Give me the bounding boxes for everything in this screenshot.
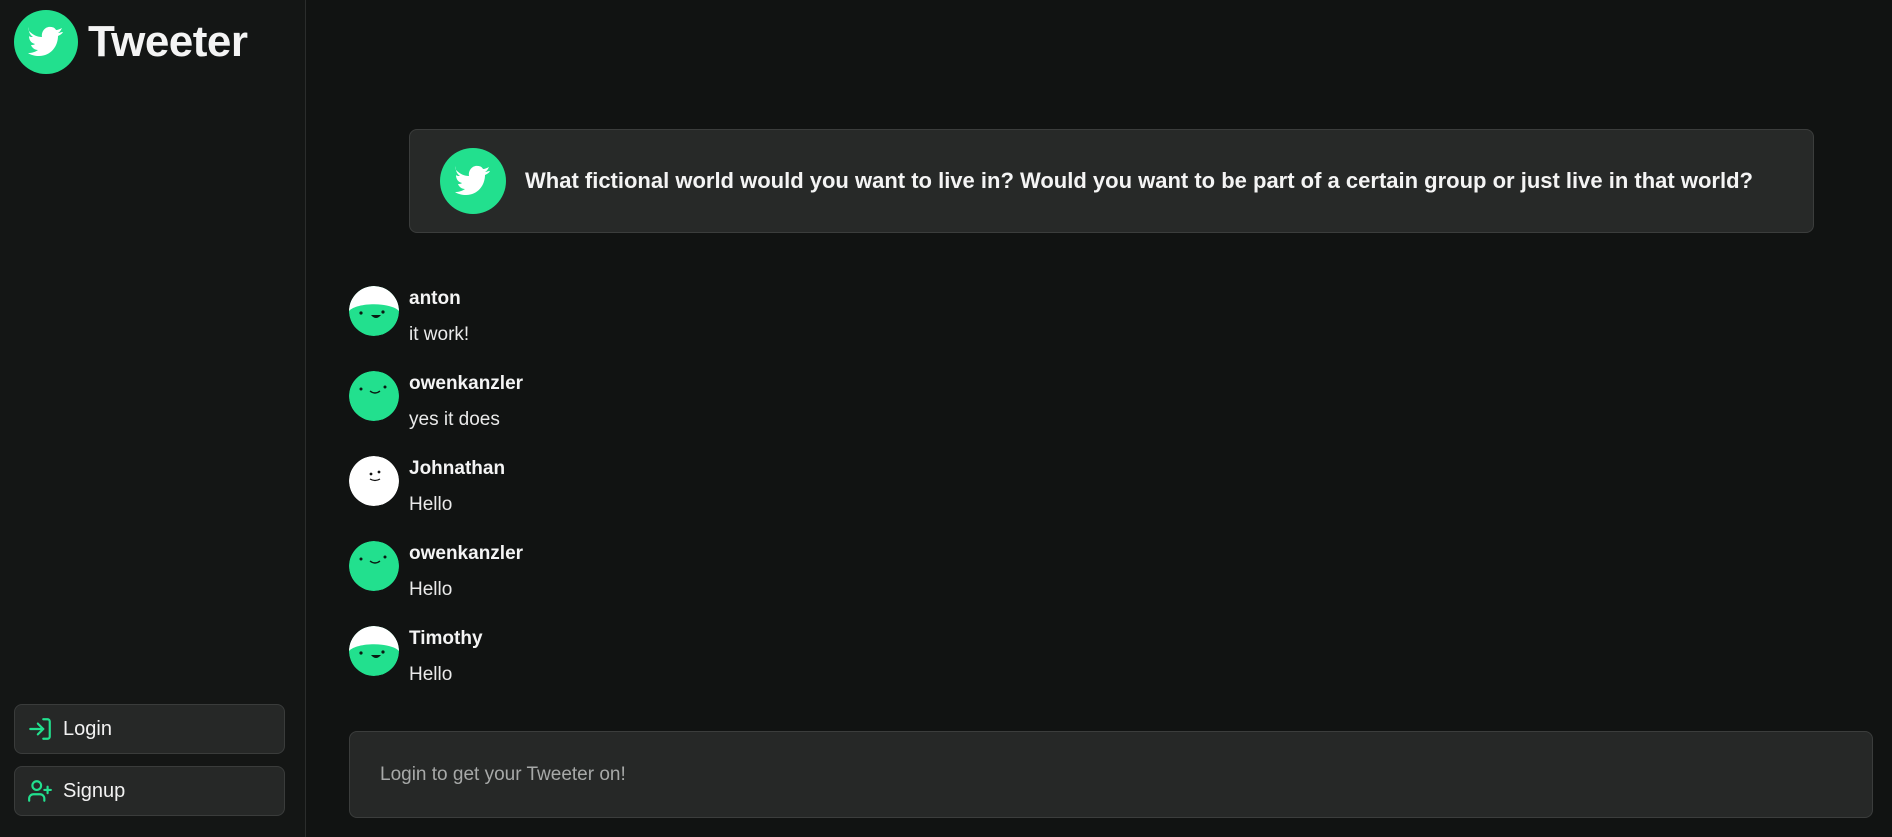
composer-placeholder: Login to get your Tweeter on! bbox=[380, 763, 626, 785]
avatar[interactable] bbox=[349, 286, 399, 336]
avatar[interactable] bbox=[349, 626, 399, 676]
message-text: Hello bbox=[409, 664, 453, 685]
app-title: Tweeter bbox=[88, 17, 248, 66]
message-text: Hello bbox=[409, 494, 453, 515]
login-button[interactable]: Login bbox=[14, 704, 285, 754]
message-username[interactable]: owenkanzler bbox=[409, 543, 523, 565]
avatar[interactable] bbox=[349, 456, 399, 506]
message-username[interactable]: Timothy bbox=[409, 628, 483, 650]
bird-icon bbox=[440, 148, 506, 214]
message-username[interactable]: anton bbox=[409, 288, 461, 310]
bird-icon bbox=[14, 10, 78, 74]
signup-label: Signup bbox=[63, 779, 126, 802]
message-text: yes it does bbox=[409, 409, 500, 430]
sidebar: Tweeter Login Signup bbox=[0, 0, 306, 837]
prompt-card: What fictional world would you want to l… bbox=[409, 129, 1814, 233]
user-plus-icon bbox=[27, 778, 53, 804]
login-label: Login bbox=[63, 717, 112, 740]
signup-button[interactable]: Signup bbox=[14, 766, 285, 816]
login-icon bbox=[27, 716, 53, 742]
message-username[interactable]: owenkanzler bbox=[409, 373, 523, 395]
avatar[interactable] bbox=[349, 541, 399, 591]
brand[interactable]: Tweeter bbox=[14, 10, 248, 74]
avatar[interactable] bbox=[349, 371, 399, 421]
message-text: it work! bbox=[409, 324, 470, 345]
message-text: Hello bbox=[409, 579, 453, 600]
message-username[interactable]: Johnathan bbox=[409, 458, 505, 480]
composer-login-prompt[interactable]: Login to get your Tweeter on! bbox=[349, 731, 1873, 818]
prompt-text: What fictional world would you want to l… bbox=[525, 168, 1753, 193]
main-feed: What fictional world would you want to l… bbox=[307, 0, 1892, 837]
